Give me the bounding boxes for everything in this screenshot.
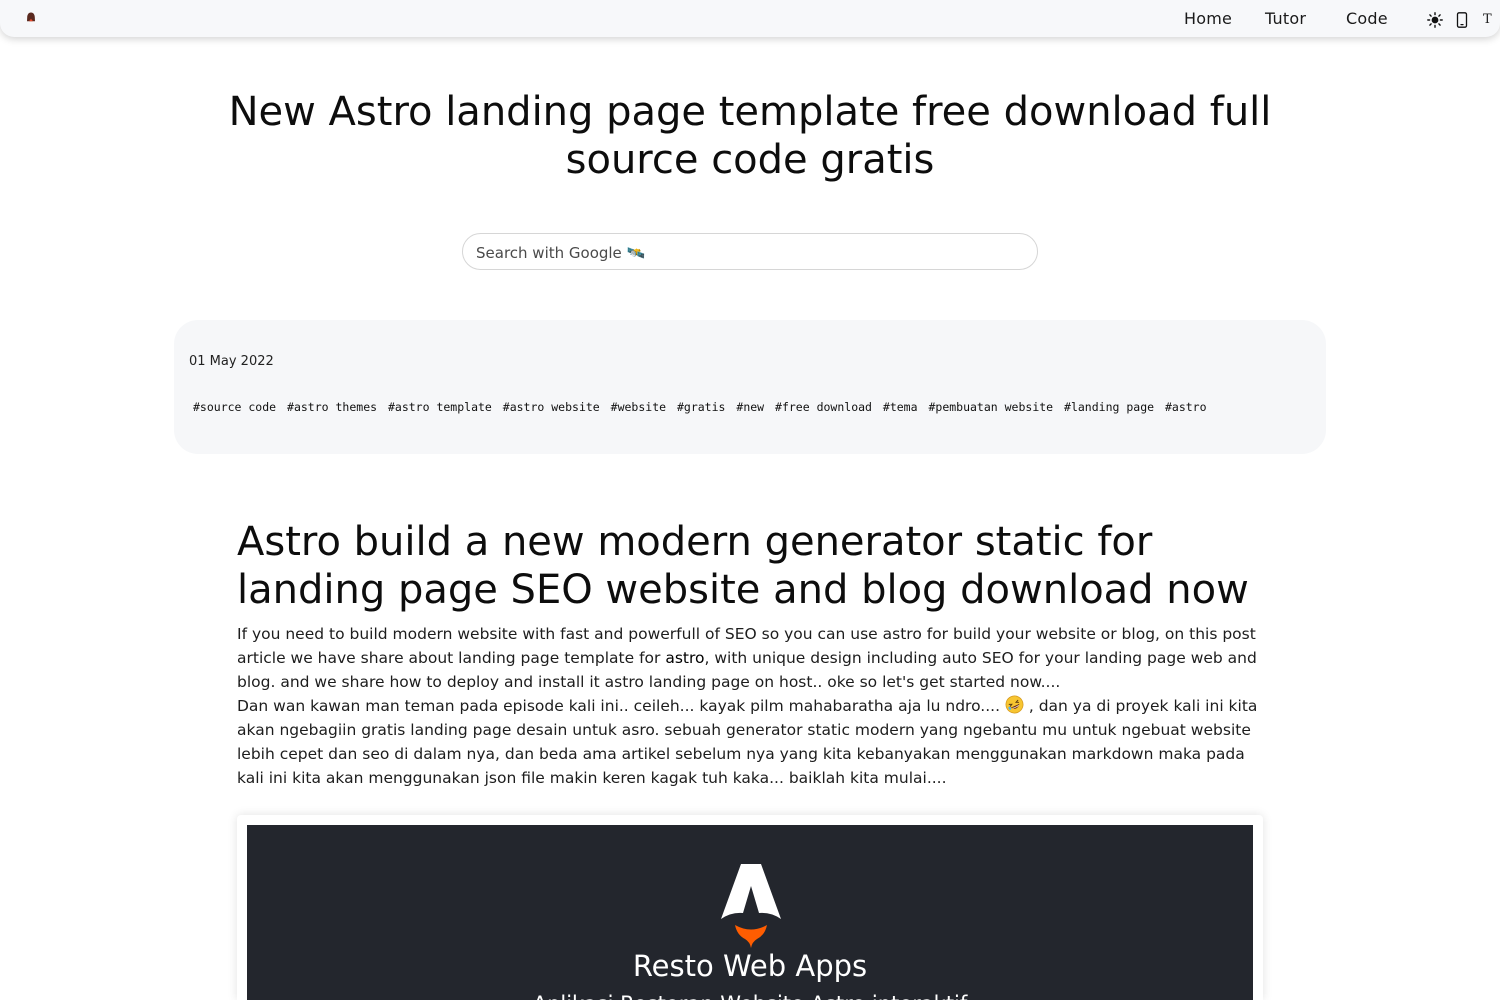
article-body: If you need to build modern website with…	[237, 622, 1267, 790]
preview-image-card: Resto Web Apps Aplikasi Restoran Website…	[237, 815, 1263, 1000]
tag[interactable]: #astro template	[388, 400, 492, 414]
nav-link-home[interactable]: Home	[1184, 9, 1232, 28]
tag-list: #source code #astro themes #astro templa…	[193, 400, 1211, 414]
post-date: 01 May 2022	[189, 354, 274, 369]
article-intro-paragraph: If you need to build modern website with…	[237, 622, 1267, 694]
top-navigation-bar: Home Tutor Code T	[0, 0, 1500, 37]
preview-title: Resto Web Apps	[632, 949, 868, 983]
sun-icon[interactable]	[1427, 12, 1443, 28]
tag[interactable]: #free download	[775, 400, 872, 414]
article-title: Astro build a new modern generator stati…	[237, 519, 1249, 613]
nav-link-tutor[interactable]: Tutor	[1265, 9, 1306, 28]
preview-subtitle: Aplikasi Restoran Website Astro interakt…	[247, 992, 1253, 1000]
search-box[interactable]	[462, 233, 1038, 271]
tag[interactable]: #website	[611, 400, 666, 414]
tag[interactable]: #tema	[883, 400, 918, 414]
mobile-phone-icon[interactable]	[1456, 12, 1468, 28]
tag[interactable]: #pembuatan website	[928, 400, 1053, 414]
tag[interactable]: #gratis	[677, 400, 725, 414]
post-meta-card: 01 May 2022 #source code #astro themes #…	[174, 320, 1326, 454]
astro-link[interactable]: astro	[665, 649, 704, 667]
search-input[interactable]	[474, 234, 1018, 271]
preview-banner-image[interactable]: Resto Web Apps Aplikasi Restoran Website…	[247, 825, 1253, 1000]
site-logo-icon[interactable]	[26, 12, 36, 22]
paragraph-text: Dan wan kawan man teman pada episode kal…	[237, 697, 1005, 715]
tag[interactable]: #source code	[193, 400, 276, 414]
tag[interactable]: #astro website	[503, 400, 600, 414]
tag[interactable]: #astro themes	[287, 400, 377, 414]
tag[interactable]: #landing page	[1064, 400, 1154, 414]
astro-logo-icon	[721, 864, 781, 948]
rolling-on-floor-laughing-emoji-icon	[1005, 695, 1024, 714]
article-second-paragraph: Dan wan kawan man teman pada episode kal…	[237, 694, 1267, 790]
tag[interactable]: #new	[736, 400, 764, 414]
font-toggle-icon[interactable]: T	[1483, 12, 1492, 27]
nav-link-code[interactable]: Code	[1346, 9, 1388, 28]
tag[interactable]: #astro	[1165, 400, 1207, 414]
page-title: New Astro landing page template free dow…	[228, 89, 1272, 183]
